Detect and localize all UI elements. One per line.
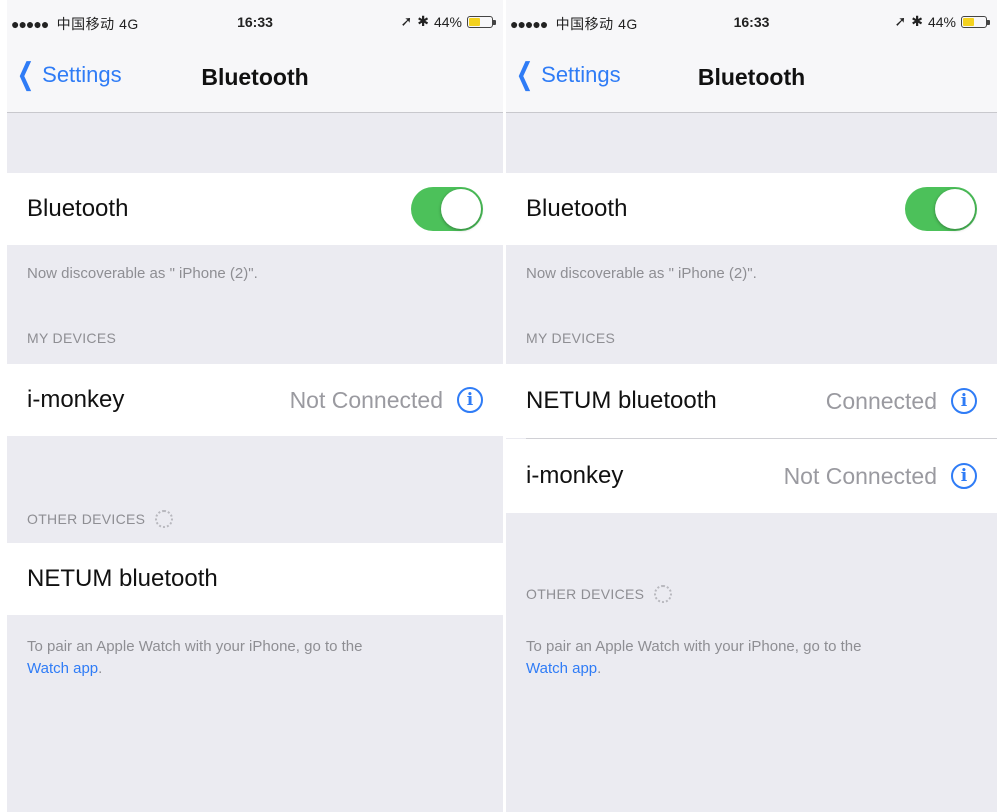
screenshot-comparison: ●●●●● 中国移动 4G 16:33 ➚ ✱ 44% ❮ Settings B… bbox=[0, 0, 997, 812]
bluetooth-toggle-row: Bluetooth bbox=[7, 173, 503, 245]
device-row-netum-bluetooth[interactable]: NETUM bluetooth Connected i bbox=[506, 364, 997, 438]
footer-text: To pair an Apple Watch with your iPhone,… bbox=[27, 638, 363, 655]
info-icon[interactable]: i bbox=[457, 387, 483, 413]
other-devices-header-label: OTHER DEVICES bbox=[27, 511, 146, 527]
apple-watch-footer: To pair an Apple Watch with your iPhone,… bbox=[526, 636, 979, 680]
status-bar: ●●●●● 中国移动 4G 16:33 ➚ ✱ 44% bbox=[7, 0, 503, 44]
watch-app-link[interactable]: Watch app bbox=[526, 660, 597, 677]
device-connection-status: Connected bbox=[825, 387, 937, 414]
bluetooth-screen-before: ●●●●● 中国移动 4G 16:33 ➚ ✱ 44% ❮ Settings B… bbox=[7, 0, 503, 812]
bluetooth-toggle-label: Bluetooth bbox=[526, 195, 628, 222]
footer-period: . bbox=[98, 660, 103, 677]
battery-icon bbox=[961, 15, 990, 28]
loading-spinner-icon bbox=[155, 510, 174, 528]
switch-knob bbox=[441, 189, 481, 229]
device-row-i-monkey[interactable]: i-monkey Not Connected i bbox=[506, 439, 997, 513]
other-devices-header-label: OTHER DEVICES bbox=[526, 586, 645, 602]
page-title: Bluetooth bbox=[201, 64, 309, 90]
device-connection-status: Not Connected bbox=[783, 462, 937, 489]
my-devices-header-label: MY DEVICES bbox=[27, 330, 117, 346]
device-connection-status: Not Connected bbox=[289, 386, 443, 413]
info-icon[interactable]: i bbox=[951, 388, 977, 414]
battery-percent: 44% bbox=[433, 13, 462, 30]
battery-icon bbox=[467, 15, 496, 28]
loading-spinner-icon bbox=[654, 585, 673, 603]
watch-app-link[interactable]: Watch app bbox=[27, 660, 98, 677]
bluetooth-switch[interactable] bbox=[411, 187, 483, 231]
device-name: NETUM bluetooth bbox=[526, 387, 717, 414]
device-name: NETUM bluetooth bbox=[27, 565, 218, 592]
discoverable-note: Now discoverable as " iPhone (2)". bbox=[526, 265, 757, 282]
device-row-netum-bluetooth[interactable]: NETUM bluetooth bbox=[7, 543, 503, 615]
status-bar: ●●●●● 中国移动 4G 16:33 ➚ ✱ 44% bbox=[506, 0, 997, 44]
bluetooth-toggle-label: Bluetooth bbox=[27, 195, 129, 222]
bluetooth-icon: ✱ bbox=[417, 13, 429, 29]
battery-percent: 44% bbox=[927, 13, 956, 30]
my-devices-header: MY DEVICES bbox=[526, 330, 615, 346]
discoverable-note: Now discoverable as " iPhone (2)". bbox=[27, 265, 258, 282]
navigation-bar: ❮ Settings Bluetooth bbox=[506, 44, 997, 113]
bluetooth-screen-after: ●●●●● 中国移动 4G 16:33 ➚ ✱ 44% ❮ Settings B… bbox=[506, 0, 997, 812]
device-name: i-monkey bbox=[27, 386, 125, 413]
footer-text: To pair an Apple Watch with your iPhone,… bbox=[526, 638, 862, 655]
info-icon[interactable]: i bbox=[951, 463, 977, 489]
page-title: Bluetooth bbox=[697, 64, 806, 90]
switch-knob bbox=[935, 189, 975, 229]
bluetooth-icon: ✱ bbox=[911, 13, 923, 29]
footer-period: . bbox=[597, 660, 602, 677]
device-row-i-monkey[interactable]: i-monkey Not Connected i bbox=[7, 364, 503, 436]
other-devices-header: OTHER DEVICES bbox=[526, 585, 673, 603]
my-devices-header-label: MY DEVICES bbox=[526, 330, 616, 346]
location-icon: ➚ bbox=[400, 13, 413, 29]
navigation-bar: ❮ Settings Bluetooth bbox=[7, 44, 503, 113]
device-name: i-monkey bbox=[526, 462, 624, 489]
location-icon: ➚ bbox=[894, 13, 907, 29]
apple-watch-footer: To pair an Apple Watch with your iPhone,… bbox=[27, 636, 485, 680]
other-devices-header: OTHER DEVICES bbox=[27, 510, 174, 528]
bluetooth-toggle-row: Bluetooth bbox=[506, 173, 997, 245]
bluetooth-switch[interactable] bbox=[905, 187, 977, 231]
my-devices-header: MY DEVICES bbox=[27, 330, 116, 346]
